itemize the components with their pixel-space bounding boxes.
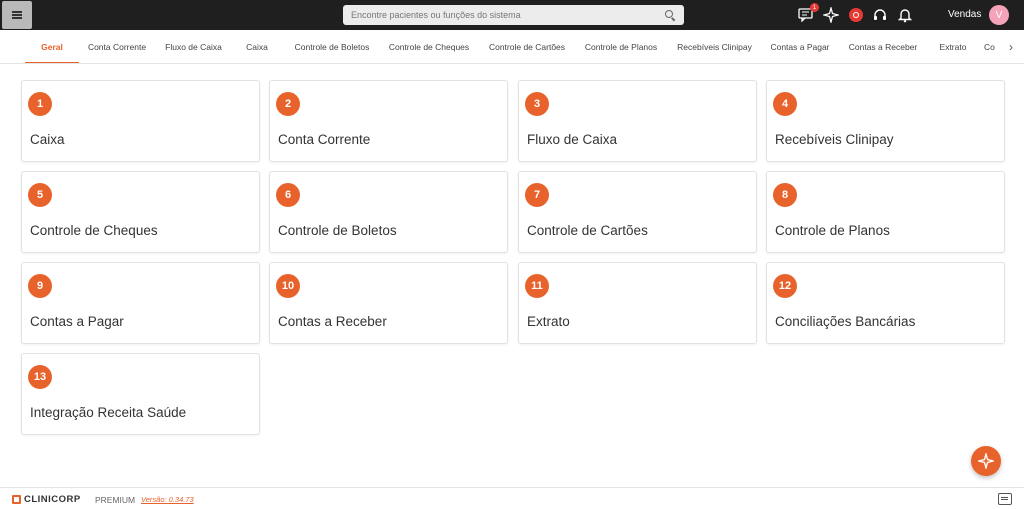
tab-recebiveis-clinipay[interactable]: Recebíveis Clinipay	[670, 30, 759, 63]
card-integracao-receita-saude[interactable]: 13 Integração Receita Saúde	[21, 353, 260, 435]
card-number: 4	[773, 92, 797, 116]
tab-extrato[interactable]: Extrato	[932, 30, 974, 63]
card-conciliacoes-bancarias[interactable]: 12 Conciliações Bancárias	[766, 262, 1005, 344]
tab-bar: Geral Conta Corrente Fluxo de Caixa Caix…	[0, 30, 1024, 64]
card-controle-de-cheques[interactable]: 5 Controle de Cheques	[21, 171, 260, 253]
plan-label: PREMIUM	[95, 495, 136, 505]
card-number: 13	[28, 365, 52, 389]
hamburger-icon	[12, 11, 22, 19]
sparkle-icon	[978, 453, 994, 469]
search-bar[interactable]	[343, 5, 684, 25]
messages-button[interactable]: 1	[797, 3, 819, 24]
support-button[interactable]	[871, 6, 889, 24]
chevron-right-icon[interactable]: ›	[1004, 30, 1018, 63]
card-controle-de-planos[interactable]: 8 Controle de Planos	[766, 171, 1005, 253]
search-icon[interactable]	[664, 9, 676, 21]
card-title: Integração Receita Saúde	[30, 405, 187, 420]
card-controle-de-boletos[interactable]: 6 Controle de Boletos	[269, 171, 508, 253]
tab-controle-de-boletos[interactable]: Controle de Boletos	[286, 30, 378, 63]
notifications-button[interactable]	[896, 6, 914, 24]
card-fluxo-de-caixa[interactable]: 3 Fluxo de Caixa	[518, 80, 757, 162]
tab-contas-a-pagar[interactable]: Contas a Pagar	[765, 30, 835, 63]
footer: CLINICORP PREMIUM Versão: 0.34.73	[0, 487, 1024, 509]
card-number: 11	[525, 274, 549, 298]
tab-controle-de-cheques[interactable]: Controle de Cheques	[383, 30, 475, 63]
card-title: Conciliações Bancárias	[775, 314, 916, 329]
tab-controle-de-planos[interactable]: Controle de Planos	[579, 30, 663, 63]
tab-contas-a-receber[interactable]: Contas a Receber	[843, 30, 923, 63]
brand-name: CLINICORP	[24, 494, 81, 505]
sparkle-icon	[823, 7, 839, 23]
tab-controle-de-cartoes[interactable]: Controle de Cartões	[482, 30, 572, 63]
tab-caixa[interactable]: Caixa	[238, 30, 276, 63]
card-caixa[interactable]: 1 Caixa	[21, 80, 260, 162]
card-contas-a-pagar[interactable]: 9 Contas a Pagar	[21, 262, 260, 344]
card-title: Caixa	[30, 132, 65, 147]
brand-logo: CLINICORP	[12, 494, 81, 505]
top-bar: 1 Vendas V	[0, 0, 1024, 30]
card-title: Controle de Boletos	[278, 223, 397, 238]
card-title: Fluxo de Caixa	[527, 132, 618, 147]
card-number: 10	[276, 274, 300, 298]
record-button[interactable]	[847, 6, 865, 24]
card-recebiveis-clinipay[interactable]: 4 Recebíveis Clinipay	[766, 80, 1005, 162]
tab-conta-corrente[interactable]: Conta Corrente	[83, 30, 151, 63]
card-controle-de-cartoes[interactable]: 7 Controle de Cartões	[518, 171, 757, 253]
version-link[interactable]: Versão: 0.34.73	[141, 495, 194, 504]
card-title: Conta Corrente	[278, 132, 371, 147]
card-contas-a-receber[interactable]: 10 Contas a Receber	[269, 262, 508, 344]
record-icon	[849, 8, 863, 22]
card-number: 2	[276, 92, 300, 116]
card-number: 8	[773, 183, 797, 207]
card-title: Contas a Pagar	[30, 314, 124, 329]
logo-mark-icon	[12, 495, 21, 504]
card-number: 12	[773, 274, 797, 298]
card-number: 6	[276, 183, 300, 207]
card-title: Contas a Receber	[278, 314, 387, 329]
notification-badge: 1	[810, 3, 819, 12]
tab-geral[interactable]: Geral	[25, 30, 79, 63]
menu-button[interactable]	[2, 1, 32, 29]
card-title: Controle de Planos	[775, 223, 890, 238]
card-conta-corrente[interactable]: 2 Conta Corrente	[269, 80, 508, 162]
chat-icon[interactable]	[998, 493, 1012, 505]
user-name[interactable]: Vendas	[948, 9, 981, 20]
assistant-button[interactable]	[822, 6, 840, 24]
card-title: Recebíveis Clinipay	[775, 132, 894, 147]
assistant-fab[interactable]	[971, 446, 1001, 476]
card-title: Controle de Cartões	[527, 223, 648, 238]
card-number: 1	[28, 92, 52, 116]
bell-icon	[898, 9, 912, 23]
tab-fluxo-de-caixa[interactable]: Fluxo de Caixa	[160, 30, 227, 63]
card-number: 3	[525, 92, 549, 116]
headset-icon	[874, 9, 886, 20]
avatar[interactable]: V	[989, 5, 1009, 25]
card-title: Controle de Cheques	[30, 223, 158, 238]
search-input[interactable]	[351, 10, 664, 20]
card-number: 5	[28, 183, 52, 207]
card-number: 9	[28, 274, 52, 298]
card-number: 7	[525, 183, 549, 207]
tab-conciliacoes[interactable]: Co	[984, 30, 1004, 63]
card-title: Extrato	[527, 314, 570, 329]
card-extrato[interactable]: 11 Extrato	[518, 262, 757, 344]
